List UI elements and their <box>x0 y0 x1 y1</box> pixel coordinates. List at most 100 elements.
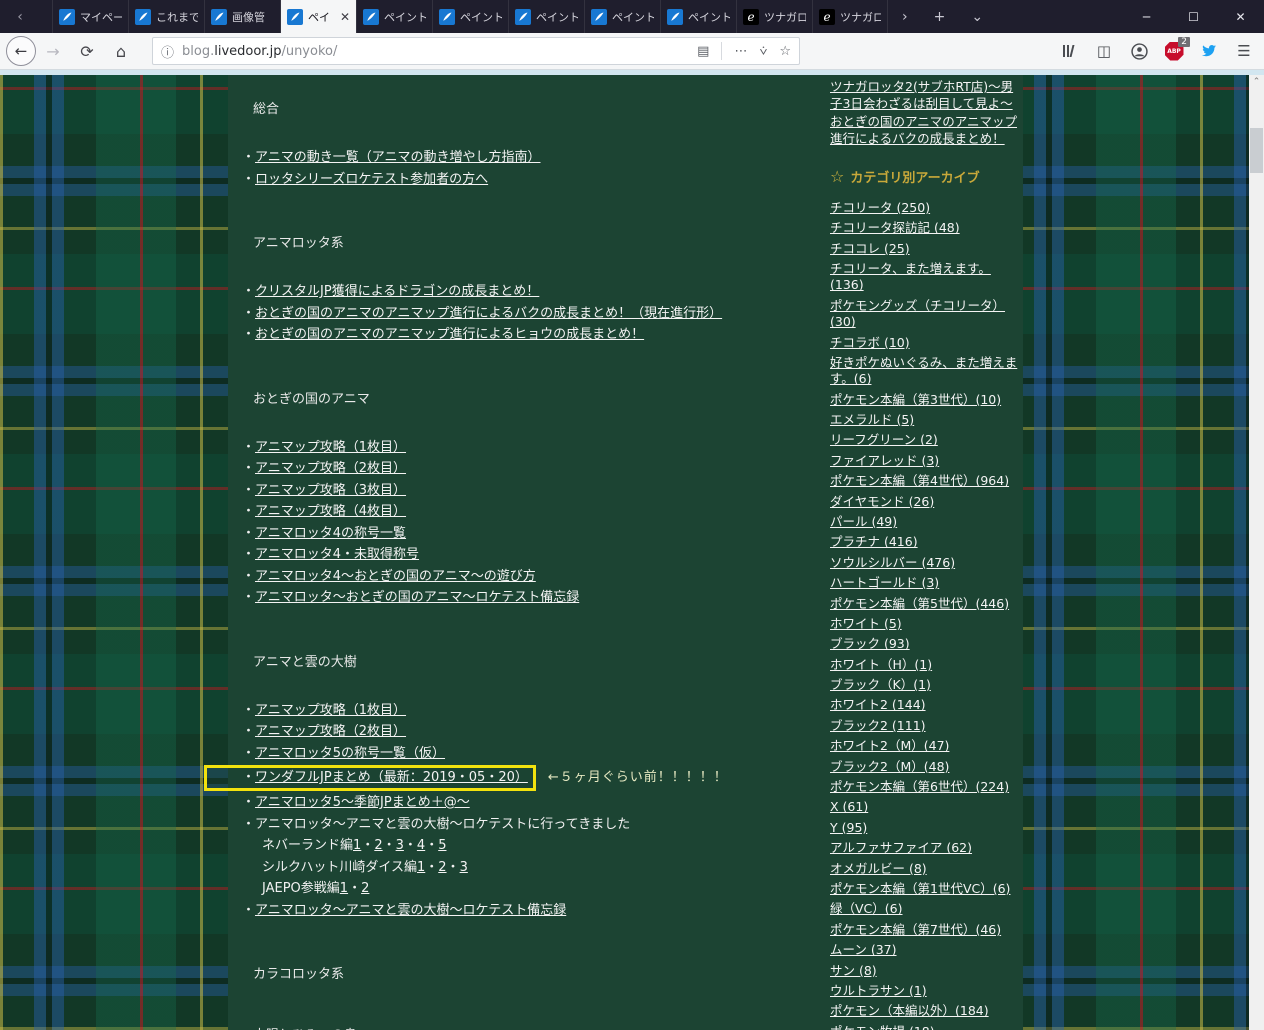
twitter-icon[interactable] <box>1199 41 1219 61</box>
article-link[interactable]: アニマップ攻略（4枚目） <box>255 504 406 519</box>
reader-view-icon[interactable]: ▤ <box>697 44 709 59</box>
page-number-link[interactable]: 5 <box>438 838 446 853</box>
article-link[interactable]: アニマップ攻略（2枚目） <box>255 724 406 739</box>
category-link[interactable]: チココレ (25) <box>830 241 1022 257</box>
category-link[interactable]: チコラボ (10) <box>830 335 1022 351</box>
article-link[interactable]: アニマップ攻略（1枚目） <box>255 440 406 455</box>
sidebars-icon[interactable]: ◫ <box>1094 41 1114 61</box>
tab-overflow-icon[interactable]: › <box>902 9 908 25</box>
category-link[interactable]: ファイアレッド (3) <box>830 453 1022 469</box>
site-info-icon[interactable]: ⓘ <box>161 42 174 61</box>
close-button[interactable]: ✕ <box>1217 0 1264 33</box>
category-link[interactable]: アルファサファイア (62) <box>830 840 1022 856</box>
bookmark-star-icon[interactable]: ☆ <box>779 44 791 59</box>
article-link[interactable]: アニマロッタ4の称号一覧 <box>255 526 406 541</box>
article-link[interactable]: アニマロッタ～おとぎの国のアニマ～ロケテスト備忘録 <box>255 590 579 605</box>
category-link[interactable]: ムーン (37) <box>830 942 1022 958</box>
category-link[interactable]: ホワイト2（M）(47) <box>830 738 1022 754</box>
scrollbar-up-icon[interactable]: ⌃ <box>1249 77 1264 87</box>
article-link[interactable]: ロッタシリーズロケテスト参加者の方へ <box>255 172 488 187</box>
category-link[interactable]: プラチナ (416) <box>830 534 1022 550</box>
forward-button[interactable]: → <box>36 42 70 61</box>
browser-tab[interactable]: マイペー <box>52 0 128 33</box>
tabs-dropdown-icon[interactable]: ⌄ <box>971 9 983 25</box>
maximize-button[interactable]: ☐ <box>1170 0 1217 33</box>
article-link[interactable]: アニマの動き一覧（アニマの動き増やし方指南） <box>255 150 540 165</box>
category-link[interactable]: ハートゴールド (3) <box>830 575 1022 591</box>
category-link[interactable]: ポケモン本編（第1世代VC）(6) <box>830 881 1022 897</box>
article-link[interactable]: アニマップ攻略（3枚目） <box>255 483 406 498</box>
category-link[interactable]: ブラック（K）(1) <box>830 677 1022 693</box>
category-link[interactable]: チコリータ、また増えます。(136) <box>830 261 1022 294</box>
category-link[interactable]: サン (8) <box>830 963 1022 979</box>
page-number-link[interactable]: 2 <box>374 838 382 853</box>
back-button[interactable]: ← <box>6 36 36 66</box>
page-number-link[interactable]: 3 <box>460 860 468 875</box>
browser-tab[interactable]: e ツナガロ <box>812 0 888 33</box>
article-link[interactable]: アニマップ攻略（2枚目） <box>255 461 406 476</box>
category-link[interactable]: ホワイト (5) <box>830 616 1022 632</box>
browser-tab[interactable]: 画像管 <box>204 0 280 33</box>
library-icon[interactable] <box>1059 41 1079 61</box>
category-link[interactable]: ポケモン本編（第6世代）(224) <box>830 779 1022 795</box>
category-link[interactable]: ポケモン牧場 (18) <box>830 1024 1022 1030</box>
category-link[interactable]: ブラック (93) <box>830 636 1022 652</box>
category-link[interactable]: ホワイト（H）(1) <box>830 657 1022 673</box>
category-link[interactable]: ポケモン（本編以外）(184) <box>830 1003 1022 1019</box>
category-link[interactable]: リーフグリーン (2) <box>830 432 1022 448</box>
page-number-link[interactable]: 3 <box>396 838 404 853</box>
category-link[interactable]: ポケモン本編（第3世代）(10) <box>830 392 1022 408</box>
article-link[interactable]: アニマップ攻略（1枚目） <box>255 703 406 718</box>
browser-tab[interactable]: ペイント <box>508 0 584 33</box>
tab-close-icon[interactable]: ✕ <box>338 10 350 24</box>
home-button[interactable]: ⌂ <box>104 42 138 61</box>
category-link[interactable]: ブラック2 (111) <box>830 718 1022 734</box>
category-link[interactable]: ダイヤモンド (26) <box>830 494 1022 510</box>
category-link[interactable]: ポケモン本編（第7世代）(46) <box>830 922 1022 938</box>
article-link[interactable]: アニマロッタ～アニマと雲の大樹～ロケテスト備忘録 <box>255 903 566 918</box>
menu-icon[interactable]: ☰ <box>1234 41 1254 61</box>
category-link[interactable]: 緑（VC）(6) <box>830 901 1022 917</box>
category-link[interactable]: ポケモングッズ（チコリータ）(30) <box>830 298 1022 331</box>
adblock-plus-icon[interactable]: ABP 2 <box>1164 37 1190 61</box>
recent-article-link[interactable]: ツナガロッタ2(サブホRT店)～男子3日会わざるは刮目して見よ～ <box>830 79 1022 112</box>
browser-tab[interactable]: ペイ ✕ <box>280 0 356 33</box>
article-link[interactable]: ワンダフルJPまとめ（最新：2019・05・20） <box>255 767 528 789</box>
category-link[interactable]: ポケモン本編（第5世代）(446) <box>830 596 1022 612</box>
page-number-link[interactable]: 1 <box>340 881 348 896</box>
category-link[interactable]: ソウルシルバー (476) <box>830 555 1022 571</box>
reload-button[interactable]: ⟳ <box>70 42 104 61</box>
url-bar[interactable]: ⓘ blog. livedoor.jp/unyoko/ ▤ ⋯ ⩒ ☆ <box>152 37 800 65</box>
category-link[interactable]: チコリータ探訪記 (48) <box>830 220 1022 236</box>
page-number-link[interactable]: 1 <box>417 860 425 875</box>
scrollbar[interactable]: ⌃ <box>1249 75 1264 1030</box>
browser-tab[interactable]: これまで <box>128 0 204 33</box>
category-link[interactable]: ホワイト2 (144) <box>830 697 1022 713</box>
article-link[interactable]: おとぎの国のアニマのアニマップ進行によるバクの成長まとめ！（現在進行形） <box>255 306 722 321</box>
category-link[interactable]: パール (49) <box>830 514 1022 530</box>
minimize-button[interactable]: ─ <box>1123 0 1170 33</box>
category-link[interactable]: Y (95) <box>830 820 1022 836</box>
pocket-icon[interactable]: ⩒ <box>759 44 767 59</box>
tab-scroll-left-icon[interactable]: ‹ <box>0 0 40 33</box>
category-link[interactable]: オメガルビー (8) <box>830 861 1022 877</box>
new-tab-button[interactable]: + <box>934 9 946 25</box>
browser-tab[interactable]: ペイント <box>432 0 508 33</box>
category-link[interactable]: ブラック2（M）(48) <box>830 759 1022 775</box>
category-link[interactable]: ポケモン本編（第4世代）(964) <box>830 473 1022 489</box>
account-icon[interactable] <box>1129 41 1149 61</box>
category-link[interactable]: 好きポケぬいぐるみ、また増えます。(6) <box>830 355 1022 388</box>
browser-tab[interactable]: e ツナガロ <box>736 0 812 33</box>
browser-tab[interactable]: ペイント <box>356 0 432 33</box>
recent-article-link[interactable]: おとぎの国のアニマのアニマップ進行によるバクの成長まとめ！ <box>830 114 1022 147</box>
browser-tab[interactable]: ペイント <box>660 0 736 33</box>
page-number-link[interactable]: 4 <box>417 838 425 853</box>
category-link[interactable]: チコリータ (250) <box>830 200 1022 216</box>
article-link[interactable]: アニマロッタ4・未取得称号 <box>255 547 419 562</box>
article-link[interactable]: アニマロッタ5～季節JPまとめ＋@～ <box>255 795 470 810</box>
category-link[interactable]: X (61) <box>830 799 1022 815</box>
page-number-link[interactable]: 2 <box>361 881 369 896</box>
page-actions-icon[interactable]: ⋯ <box>734 44 747 59</box>
page-number-link[interactable]: 2 <box>438 860 446 875</box>
browser-tab[interactable]: ペイント <box>584 0 660 33</box>
